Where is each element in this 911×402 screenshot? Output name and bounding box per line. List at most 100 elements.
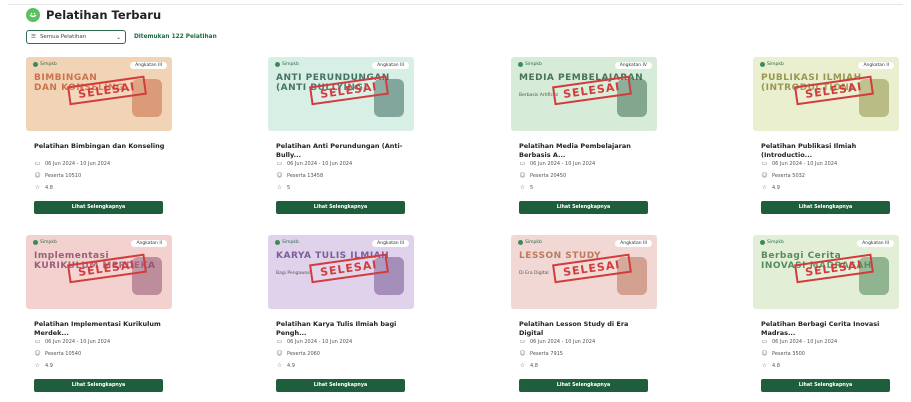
course-date: ▭ 06 Jun 2024 - 10 Jun 2024 (519, 160, 596, 167)
course-rating: ☆ 4.9 (276, 362, 295, 369)
filter-selected-value: Semua Pelatihan (39, 34, 87, 40)
course-rating: ☆ 5 (519, 184, 534, 191)
course-date: ▭ 06 Jun 2024 - 10 Jun 2024 (519, 338, 596, 345)
calendar-icon: ▭ (761, 338, 768, 345)
angkatan-badge: Angkatan III (372, 62, 409, 69)
calendar-icon: ▭ (34, 160, 41, 167)
star-icon: ☆ (761, 362, 768, 369)
brand-label: Simpkb (518, 240, 542, 245)
angkatan-badge: Angkatan III (857, 240, 894, 247)
course-rating: ☆ 4.8 (34, 184, 53, 191)
category-filter-select[interactable]: ☰ Semua Pelatihan ⌄ (26, 30, 126, 44)
course-rating: ☆ 4.9 (34, 362, 53, 369)
course-card[interactable]: Simpkb Angkatan III KARYA TULIS ILMIAH B… (268, 235, 414, 398)
star-icon: ☆ (34, 184, 41, 191)
calendar-icon: ▭ (276, 160, 283, 167)
section-header: Pelatihan Terbaru (26, 8, 161, 22)
course-title[interactable]: Pelatihan Implementasi Kurikulum Merdek.… (34, 320, 166, 338)
star-icon: ☆ (761, 184, 768, 191)
course-card[interactable]: Simpkb Angkatan III BIMBINGAN DAN KONSEL… (26, 57, 172, 220)
filter-row: ☰ Semua Pelatihan ⌄ Ditemukan 122 Pelati… (26, 30, 217, 44)
user-icon: ☺ (761, 172, 768, 179)
star-icon: ☆ (519, 362, 526, 369)
brand-logo-icon (760, 240, 765, 245)
course-title[interactable]: Pelatihan Berbagi Cerita Inovasi Madras.… (761, 320, 893, 338)
course-rating: ☆ 4.8 (519, 362, 538, 369)
angkatan-badge: Angkatan III (372, 240, 409, 247)
course-thumbnail[interactable]: Simpkb Angkatan II PUBLIKASI ILMIAH (INT… (753, 57, 899, 131)
section-logo-icon (26, 8, 40, 22)
brand-label: Simpkb (760, 62, 784, 67)
course-thumbnail[interactable]: Simpkb Angkatan II Implementasi KURIKULU… (26, 235, 172, 309)
course-thumbnail[interactable]: Simpkb Angkatan III Berbagi Cerita INOVA… (753, 235, 899, 309)
brand-logo-icon (275, 240, 280, 245)
user-icon: ☺ (761, 350, 768, 357)
view-details-button[interactable]: Lihat Selengkapnya (519, 379, 648, 392)
course-card[interactable]: Simpkb Angkatan III ANTI PERUNDUNGAN (AN… (268, 57, 414, 220)
list-icon: ☰ (31, 34, 36, 40)
user-icon: ☺ (34, 172, 41, 179)
course-thumbnail[interactable]: Simpkb Angkatan IV MEDIA PEMBELAJARAN Be… (511, 57, 657, 131)
course-participants: ☺ Peserta 10510 (34, 172, 82, 179)
calendar-icon: ▭ (276, 338, 283, 345)
calendar-icon: ▭ (761, 160, 768, 167)
course-title[interactable]: Pelatihan Media Pembelajaran Berbasis A.… (519, 142, 651, 160)
star-icon: ☆ (34, 362, 41, 369)
course-participants: ☺ Peserta 10540 (34, 350, 82, 357)
course-rating: ☆ 4.9 (761, 184, 780, 191)
star-icon: ☆ (276, 184, 283, 191)
brand-label: Simpkb (275, 240, 299, 245)
course-date: ▭ 06 Jun 2024 - 10 Jun 2024 (276, 160, 353, 167)
course-thumbnail[interactable]: Simpkb Angkatan III LESSON STUDY Di Era … (511, 235, 657, 309)
brand-logo-icon (760, 62, 765, 67)
course-title[interactable]: Pelatihan Publikasi Ilmiah (Introductio.… (761, 142, 893, 160)
brand-label: Simpkb (33, 240, 57, 245)
view-details-button[interactable]: Lihat Selengkapnya (34, 379, 163, 392)
course-date: ▭ 06 Jun 2024 - 10 Jun 2024 (276, 338, 353, 345)
angkatan-badge: Angkatan III (615, 240, 652, 247)
user-icon: ☺ (34, 350, 41, 357)
view-details-button[interactable]: Lihat Selengkapnya (519, 201, 648, 214)
course-title[interactable]: Pelatihan Lesson Study di Era Digital (519, 320, 651, 338)
course-card[interactable]: Simpkb Angkatan II Implementasi KURIKULU… (26, 235, 172, 398)
course-title[interactable]: Pelatihan Anti Perundungan (Anti-Bully..… (276, 142, 408, 160)
course-date: ▭ 06 Jun 2024 - 10 Jun 2024 (761, 338, 838, 345)
brand-logo-icon (33, 62, 38, 67)
course-participants: ☺ Peserta 3500 (761, 350, 805, 357)
view-details-button[interactable]: Lihat Selengkapnya (276, 201, 405, 214)
star-icon: ☆ (519, 184, 526, 191)
brand-logo-icon (33, 240, 38, 245)
course-participants: ☺ Peserta 2060 (276, 350, 320, 357)
course-thumbnail[interactable]: Simpkb Angkatan III BIMBINGAN DAN KONSEL… (26, 57, 172, 131)
course-card[interactable]: Simpkb Angkatan II PUBLIKASI ILMIAH (INT… (753, 57, 899, 220)
course-card[interactable]: Simpkb Angkatan III LESSON STUDY Di Era … (511, 235, 657, 398)
course-thumbnail[interactable]: Simpkb Angkatan III KARYA TULIS ILMIAH B… (268, 235, 414, 309)
view-details-button[interactable]: Lihat Selengkapnya (34, 201, 163, 214)
brand-label: Simpkb (33, 62, 57, 67)
view-details-button[interactable]: Lihat Selengkapnya (761, 379, 890, 392)
view-details-button[interactable]: Lihat Selengkapnya (761, 201, 890, 214)
section-title: Pelatihan Terbaru (46, 8, 162, 22)
course-participants: ☺ Peserta 13458 (276, 172, 324, 179)
star-icon: ☆ (276, 362, 283, 369)
course-participants: ☺ Peserta 20450 (519, 172, 567, 179)
course-thumbnail[interactable]: Simpkb Angkatan III ANTI PERUNDUNGAN (AN… (268, 57, 414, 131)
brand-label: Simpkb (275, 62, 299, 67)
angkatan-badge: Angkatan III (130, 62, 167, 69)
course-title[interactable]: Pelatihan Karya Tulis Ilmiah bagi Pengh.… (276, 320, 408, 338)
top-divider (8, 4, 903, 5)
thumbnail-heading-line1: BIMBINGAN (34, 73, 98, 83)
chevron-down-icon: ⌄ (115, 33, 121, 41)
user-icon: ☺ (519, 172, 526, 179)
user-icon: ☺ (519, 350, 526, 357)
calendar-icon: ▭ (519, 338, 526, 345)
user-icon: ☺ (276, 350, 283, 357)
course-card[interactable]: Simpkb Angkatan III Berbagi Cerita INOVA… (753, 235, 899, 398)
thumbnail-subheading: Di Era Digital (519, 271, 549, 276)
calendar-icon: ▭ (34, 338, 41, 345)
brand-logo-icon (518, 62, 523, 67)
course-title[interactable]: Pelatihan Bimbingan dan Konseling (34, 142, 166, 151)
course-card[interactable]: Simpkb Angkatan IV MEDIA PEMBELAJARAN Be… (511, 57, 657, 220)
view-details-button[interactable]: Lihat Selengkapnya (276, 379, 405, 392)
course-date: ▭ 06 Jun 2024 - 10 Jun 2024 (34, 160, 111, 167)
